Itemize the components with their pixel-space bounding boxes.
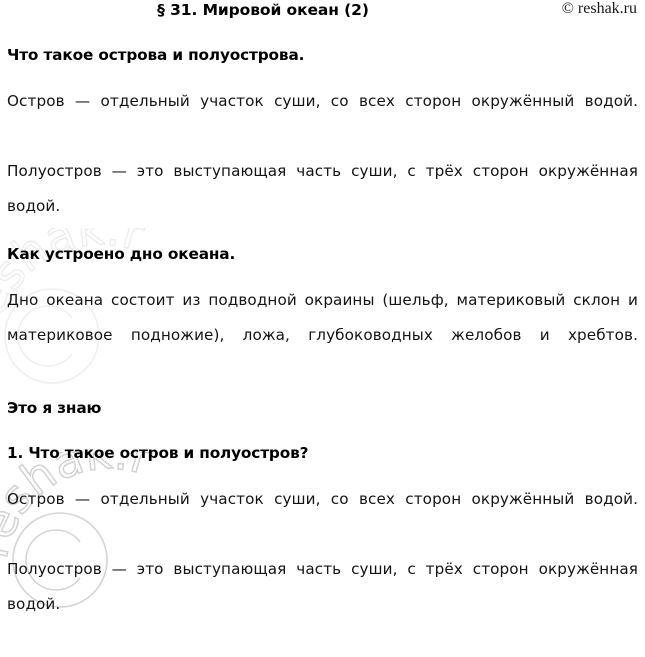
paragraph-ocean-floor-structure: Дно океана состоит из подводной окраины … [7, 291, 638, 344]
copyright-notice: © reshak.ru [561, 0, 637, 17]
paragraph-island-definition: Остров — отдельный участок суши, со всех… [7, 92, 638, 110]
answer-island-definition: Остров — отдельный участок суши, со всех… [7, 490, 638, 508]
section-heading-islands: Что такое острова и полуострова. [7, 46, 305, 64]
answer-peninsula-definition: Полуостров — это выступающая часть суши,… [7, 560, 638, 613]
section-heading-i-know-this: Это я знаю [7, 399, 102, 417]
section-heading-ocean-floor: Как устроено дно океана. [7, 245, 236, 263]
page-title: § 31. Мировой океан (2) [157, 1, 369, 19]
document-header: § 31. Мировой океан (2) © reshak.ru [7, 0, 637, 26]
paragraph-peninsula-definition: Полуостров — это выступающая часть суши,… [7, 162, 638, 215]
document-page: § 31. Мировой океан (2) © reshak.ru Что … [0, 0, 645, 619]
question-heading-1: 1. Что такое остров и полуостров? [7, 444, 309, 462]
